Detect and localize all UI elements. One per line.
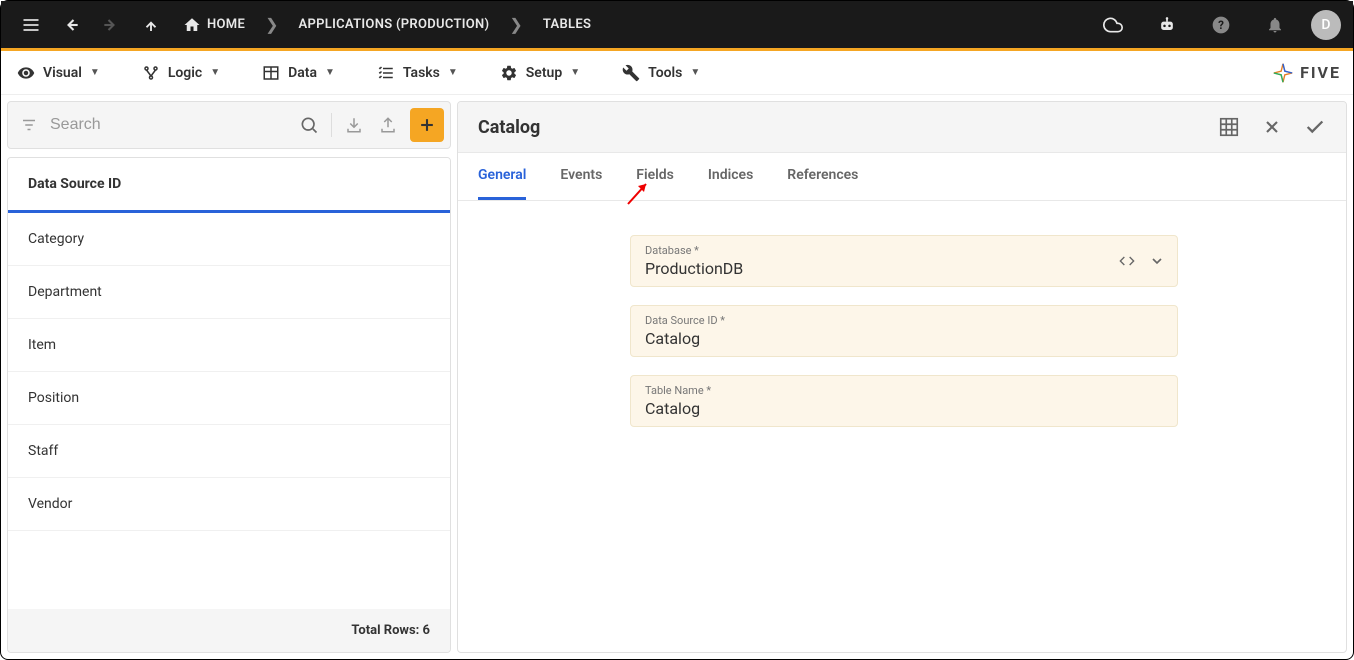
avatar[interactable]: D [1311,10,1341,40]
menu-data[interactable]: Data ▼ [258,58,339,88]
main: Data Source ID Category Department Item … [1,95,1353,659]
code-icon[interactable] [1119,253,1135,269]
tab-fields[interactable]: Fields [636,153,674,200]
list-item[interactable]: Item [8,319,450,372]
field-value: ProductionDB [645,259,1163,278]
chevron-right-icon: ❯ [259,15,284,34]
menu-tasks[interactable]: Tasks ▼ [373,58,462,88]
list-item[interactable]: Department [8,266,450,319]
chevron-down-icon[interactable] [1149,253,1165,269]
close-icon[interactable] [1262,116,1282,138]
topbar: HOME ❯ APPLICATIONS (PRODUCTION) ❯ TABLE… [1,1,1353,51]
field-label: Data Source ID * [645,314,1163,327]
caret-down-icon: ▼ [570,67,580,78]
menu-label: Logic [168,65,202,81]
table-icon [262,64,280,82]
check-icon[interactable] [1304,116,1326,138]
tab-references[interactable]: References [787,153,858,200]
menu-visual[interactable]: Visual ▼ [13,58,104,88]
breadcrumb-home[interactable]: HOME [173,10,255,40]
help-icon[interactable]: ? [1203,7,1239,43]
menu-label: Tasks [403,65,440,81]
grid-icon[interactable] [1218,116,1240,138]
tools-icon [622,64,640,82]
detail-title: Catalog [478,117,1218,138]
search-icon[interactable] [293,109,325,141]
eye-icon [17,64,35,82]
breadcrumb-applications[interactable]: APPLICATIONS (PRODUCTION) [288,11,499,38]
list-footer: Total Rows: 6 [8,609,450,652]
list-item[interactable]: Vendor [8,478,450,531]
menu-label: Tools [648,65,682,81]
up-icon[interactable] [133,7,169,43]
tab-indices[interactable]: Indices [708,153,753,200]
download-icon[interactable] [338,109,370,141]
tabs: General Events Fields Indices References [458,153,1346,201]
list-item[interactable]: Staff [8,425,450,478]
caret-down-icon: ▼ [325,67,335,78]
topbar-right: ? D [1095,7,1341,43]
menu-label: Setup [526,65,562,81]
svg-text:?: ? [1218,18,1224,32]
menu-items: Visual ▼ Logic ▼ Data ▼ Tasks ▼ Setup ▼ … [13,58,1272,88]
tasks-icon [377,64,395,82]
menubar: Visual ▼ Logic ▼ Data ▼ Tasks ▼ Setup ▼ … [1,51,1353,95]
caret-down-icon: ▼ [448,67,458,78]
field-label: Database * [645,244,1163,257]
detail-header: Catalog [458,102,1346,153]
left-panel: Data Source ID Category Department Item … [7,101,451,653]
back-icon[interactable] [53,7,89,43]
search-row [7,101,451,149]
topbar-left: HOME ❯ APPLICATIONS (PRODUCTION) ❯ TABLE… [13,7,1095,43]
detail-actions [1218,116,1326,138]
hamburger-menu-icon[interactable] [13,7,49,43]
cloud-icon[interactable] [1095,7,1131,43]
gear-icon [500,64,518,82]
logic-icon [142,64,160,82]
bell-icon[interactable] [1257,7,1293,43]
add-button[interactable] [410,108,444,142]
right-panel: Catalog General Events Fields Indices Re… [457,101,1347,653]
list-item[interactable]: Category [8,213,450,266]
tab-events[interactable]: Events [560,153,602,200]
field-data-source-id[interactable]: Data Source ID * Catalog [630,305,1178,357]
breadcrumb-label: HOME [207,17,245,32]
field-label: Table Name * [645,384,1163,397]
logo-text: FIVE [1300,63,1341,82]
tab-general[interactable]: General [478,153,526,200]
filter-icon[interactable] [14,116,44,134]
search-input[interactable] [46,110,291,140]
list-container: Data Source ID Category Department Item … [7,157,451,653]
menu-tools[interactable]: Tools ▼ [618,58,704,88]
chevron-right-icon: ❯ [503,15,528,34]
menu-logic[interactable]: Logic ▼ [138,58,224,88]
caret-down-icon: ▼ [690,67,700,78]
forward-icon [93,7,129,43]
menu-label: Visual [43,65,82,81]
field-database[interactable]: Database * ProductionDB [630,235,1178,287]
upload-icon[interactable] [372,109,404,141]
logo-star-icon [1272,62,1294,84]
field-value: Catalog [645,329,1163,348]
breadcrumb-tables[interactable]: TABLES [533,11,601,38]
bot-icon[interactable] [1149,7,1185,43]
menu-label: Data [288,65,317,81]
field-value: Catalog [645,399,1163,418]
list-body: Category Department Item Position Staff … [8,213,450,609]
form-area: Database * ProductionDB Data Source ID *… [458,201,1346,461]
list-header[interactable]: Data Source ID [8,158,450,213]
field-table-name[interactable]: Table Name * Catalog [630,375,1178,427]
home-icon [183,16,201,34]
divider [331,113,332,137]
caret-down-icon: ▼ [210,67,220,78]
caret-down-icon: ▼ [90,67,100,78]
form-fields: Database * ProductionDB Data Source ID *… [630,235,1178,427]
plus-icon [417,115,437,135]
logo: FIVE [1272,62,1341,84]
menu-setup[interactable]: Setup ▼ [496,58,584,88]
field-actions [1119,253,1165,269]
breadcrumb: HOME ❯ APPLICATIONS (PRODUCTION) ❯ TABLE… [173,10,601,40]
list-item[interactable]: Position [8,372,450,425]
